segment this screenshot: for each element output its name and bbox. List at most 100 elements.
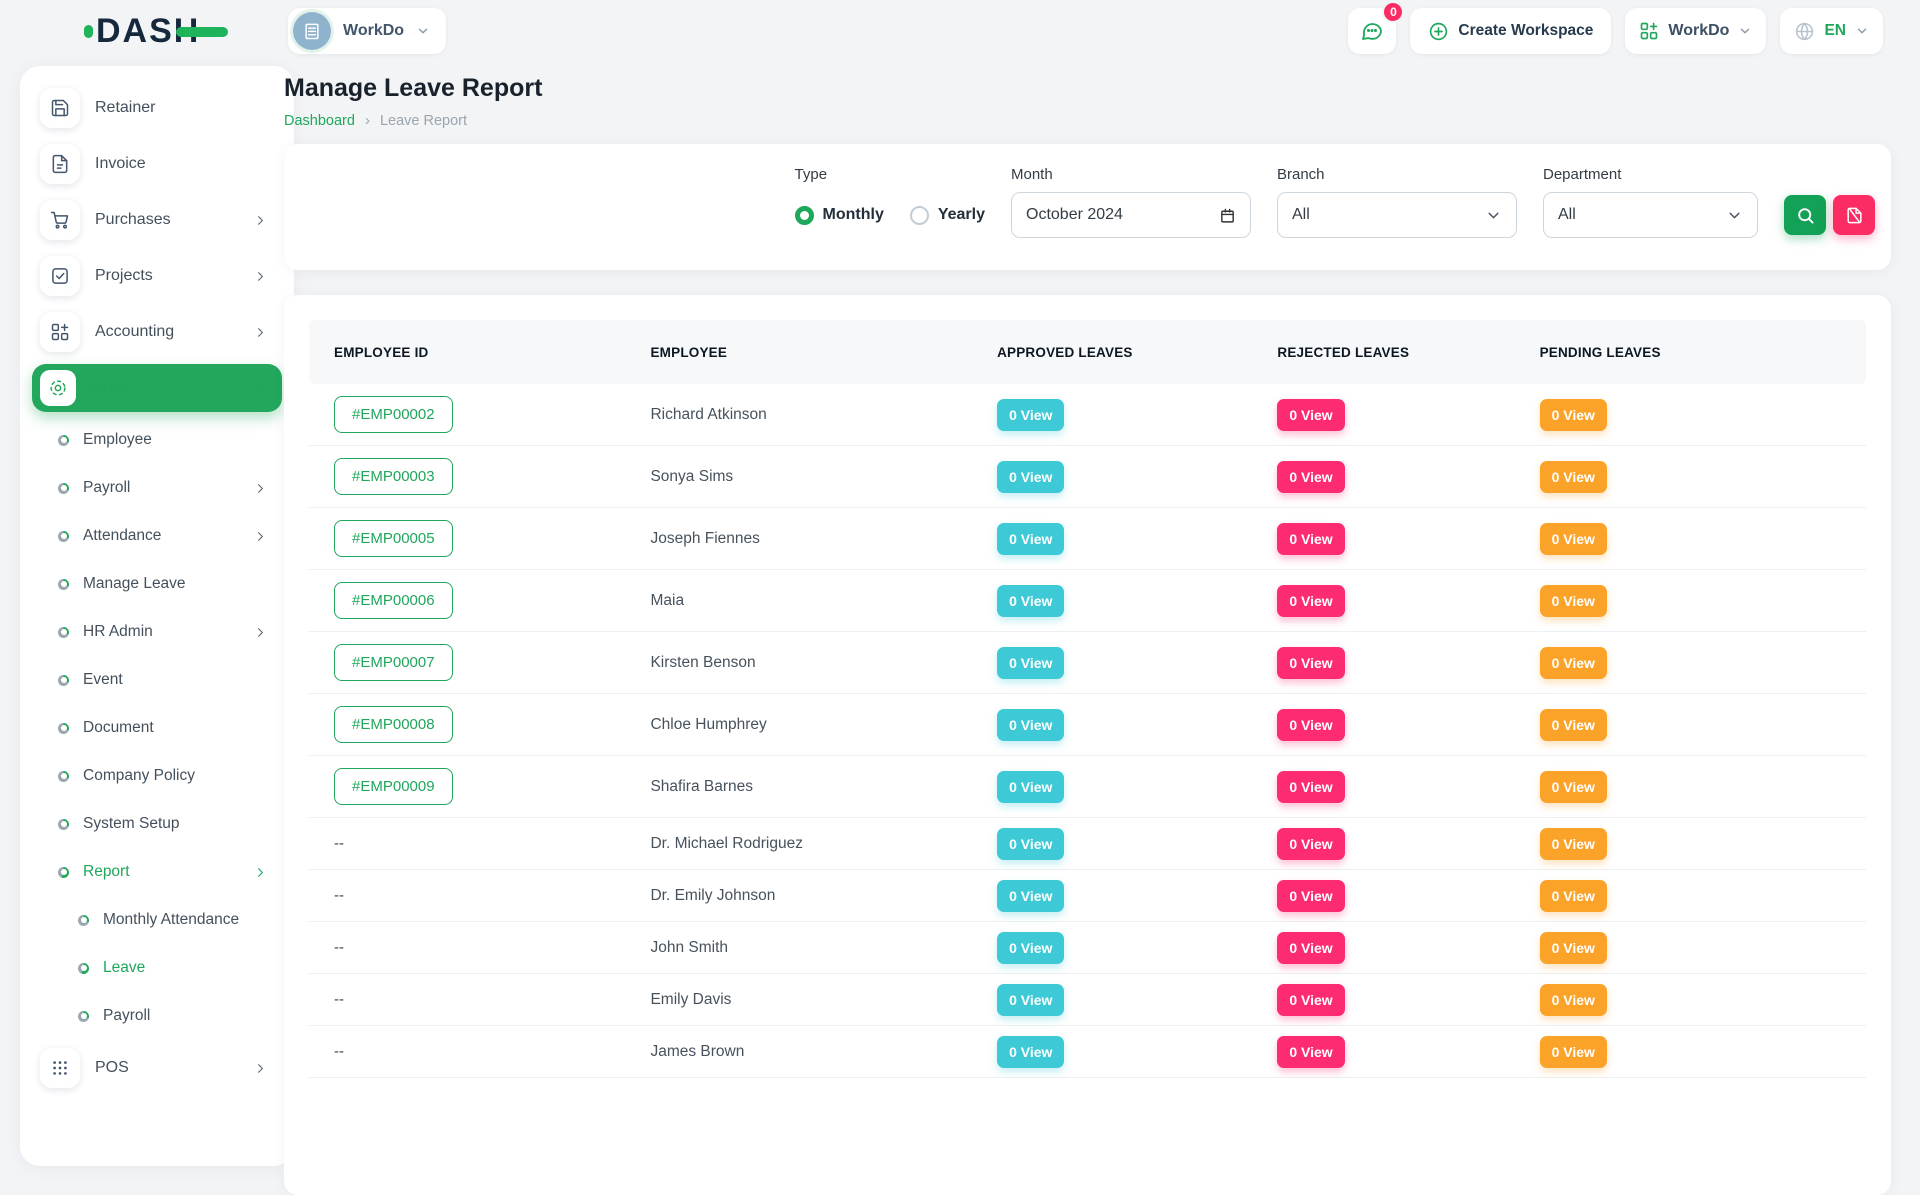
approved-view-badge[interactable]: 0 View <box>997 932 1064 964</box>
radio-yearly-control[interactable] <box>910 206 929 225</box>
pending-view-badge[interactable]: 0 View <box>1540 399 1607 431</box>
table-row: --James Brown0 View0 View0 View <box>309 1026 1866 1078</box>
chevron-right <box>253 625 268 640</box>
radio-yearly-label: Yearly <box>938 206 985 224</box>
check-square-icon <box>50 266 70 286</box>
employee-id-button[interactable]: #EMP00009 <box>334 768 453 805</box>
sidebar-item-document[interactable]: Document <box>32 704 282 752</box>
language-switcher[interactable]: EN <box>1780 8 1883 54</box>
table-row: #EMP00003Sonya Sims0 View0 View0 View <box>309 446 1866 508</box>
rejected-view-badge[interactable]: 0 View <box>1277 399 1344 431</box>
sidebar-item-event[interactable]: Event <box>32 656 282 704</box>
pending-view-badge[interactable]: 0 View <box>1540 932 1607 964</box>
pending-view-badge[interactable]: 0 View <box>1540 709 1607 741</box>
sidebar-item-hrm[interactable]: HRM <box>32 364 282 412</box>
sidebar-item-payroll[interactable]: Payroll <box>32 464 282 512</box>
employee-id-button[interactable]: #EMP00006 <box>334 582 453 619</box>
employee-id-button[interactable]: #EMP00008 <box>334 706 453 743</box>
employee-id-cell: #EMP00009 <box>334 768 650 805</box>
employee-id-empty: -- <box>334 835 344 852</box>
approved-view-badge[interactable]: 0 View <box>997 771 1064 803</box>
sidebar-item-invoice[interactable]: Invoice <box>32 136 282 192</box>
workdo-menu-button[interactable]: WorkDo <box>1625 8 1766 54</box>
rejected-view-badge[interactable]: 0 View <box>1277 647 1344 679</box>
pending-view-badge[interactable]: 0 View <box>1540 828 1607 860</box>
pending-view-badge[interactable]: 0 View <box>1540 523 1607 555</box>
pending-view-badge[interactable]: 0 View <box>1540 647 1607 679</box>
create-workspace-button[interactable]: Create Workspace <box>1410 8 1611 54</box>
sidebar-item-projects[interactable]: Projects <box>32 248 282 304</box>
pending-view-badge[interactable]: 0 View <box>1540 461 1607 493</box>
approved-view-badge[interactable]: 0 View <box>997 709 1064 741</box>
employee-id-button[interactable]: #EMP00005 <box>334 520 453 557</box>
dash-logo: DASH <box>84 14 228 48</box>
cart-icon <box>40 200 80 240</box>
pos-icon <box>50 1058 70 1078</box>
breadcrumb-dashboard-link[interactable]: Dashboard <box>284 113 355 129</box>
rejected-view-badge[interactable]: 0 View <box>1277 1036 1344 1068</box>
sidebar-item-retainer[interactable]: Retainer <box>32 80 282 136</box>
chat-button[interactable]: 0 <box>1348 8 1396 54</box>
approved-view-badge[interactable]: 0 View <box>997 399 1064 431</box>
employee-id-button[interactable]: #EMP00007 <box>334 644 453 681</box>
sidebar-item-system-setup[interactable]: System Setup <box>32 800 282 848</box>
rejected-view-badge[interactable]: 0 View <box>1277 771 1344 803</box>
approved-view-badge[interactable]: 0 View <box>997 880 1064 912</box>
pending-view-badge[interactable]: 0 View <box>1540 880 1607 912</box>
employee-id-button[interactable]: #EMP00002 <box>334 396 453 433</box>
pending-view-badge[interactable]: 0 View <box>1540 1036 1607 1068</box>
radio-monthly[interactable]: Monthly <box>795 206 884 225</box>
rejected-leaves-cell: 0 View <box>1277 932 1539 964</box>
employee-name: Kirsten Benson <box>650 654 997 672</box>
month-input[interactable]: October 2024 <box>1011 192 1251 238</box>
employee-id-cell: #EMP00005 <box>334 520 650 557</box>
approved-view-badge[interactable]: 0 View <box>997 828 1064 860</box>
topbar-actions: 0 Create Workspace WorkDo EN <box>1348 8 1883 54</box>
pending-view-badge[interactable]: 0 View <box>1540 585 1607 617</box>
sidebar-item-employee[interactable]: Employee <box>32 416 282 464</box>
rejected-view-badge[interactable]: 0 View <box>1277 709 1344 741</box>
rejected-view-badge[interactable]: 0 View <box>1277 461 1344 493</box>
rejected-view-badge[interactable]: 0 View <box>1277 984 1344 1016</box>
sidebar-item-purchases[interactable]: Purchases <box>32 192 282 248</box>
rejected-view-badge[interactable]: 0 View <box>1277 932 1344 964</box>
search-button[interactable] <box>1784 195 1826 235</box>
department-select[interactable]: All <box>1543 192 1758 238</box>
chevron-right <box>253 213 268 228</box>
sidebar-item-monthly-attendance[interactable]: Monthly Attendance <box>32 896 282 944</box>
employee-id-button[interactable]: #EMP00003 <box>334 458 453 495</box>
radio-monthly-control[interactable] <box>795 206 814 225</box>
filter-department-group: Department All <box>1543 166 1758 238</box>
save-icon <box>50 98 70 118</box>
sidebar-item-attendance[interactable]: Attendance <box>32 512 282 560</box>
rejected-view-badge[interactable]: 0 View <box>1277 828 1344 860</box>
approved-view-badge[interactable]: 0 View <box>997 1036 1064 1068</box>
sidebar-item-hr-admin[interactable]: HR Admin <box>32 608 282 656</box>
sidebar-item-payroll[interactable]: Payroll <box>32 992 282 1040</box>
pending-view-badge[interactable]: 0 View <box>1540 984 1607 1016</box>
grid-plus-icon <box>40 312 80 352</box>
radio-yearly[interactable]: Yearly <box>910 206 985 225</box>
rejected-leaves-cell: 0 View <box>1277 523 1539 555</box>
table-row: #EMP00008Chloe Humphrey0 View0 View0 Vie… <box>309 694 1866 756</box>
sidebar-item-accounting[interactable]: Accounting <box>32 304 282 360</box>
sidebar-item-manage-leave[interactable]: Manage Leave <box>32 560 282 608</box>
rejected-view-badge[interactable]: 0 View <box>1277 585 1344 617</box>
approved-view-badge[interactable]: 0 View <box>997 984 1064 1016</box>
rejected-view-badge[interactable]: 0 View <box>1277 523 1344 555</box>
sidebar-item-report[interactable]: Report <box>32 848 282 896</box>
sidebar-item-company-policy[interactable]: Company Policy <box>32 752 282 800</box>
pending-view-badge[interactable]: 0 View <box>1540 771 1607 803</box>
bullet-icon <box>58 819 69 830</box>
approved-view-badge[interactable]: 0 View <box>997 523 1064 555</box>
approved-view-badge[interactable]: 0 View <box>997 647 1064 679</box>
branch-select[interactable]: All <box>1277 192 1517 238</box>
approved-view-badge[interactable]: 0 View <box>997 461 1064 493</box>
approved-view-badge[interactable]: 0 View <box>997 585 1064 617</box>
reset-button[interactable] <box>1833 195 1875 235</box>
rejected-view-badge[interactable]: 0 View <box>1277 880 1344 912</box>
workspace-switcher[interactable]: WorkDo <box>288 8 446 54</box>
sidebar-item-pos[interactable]: POS <box>32 1040 282 1096</box>
sidebar-item-leave[interactable]: Leave <box>32 944 282 992</box>
employee-name: Joseph Fiennes <box>650 530 997 548</box>
